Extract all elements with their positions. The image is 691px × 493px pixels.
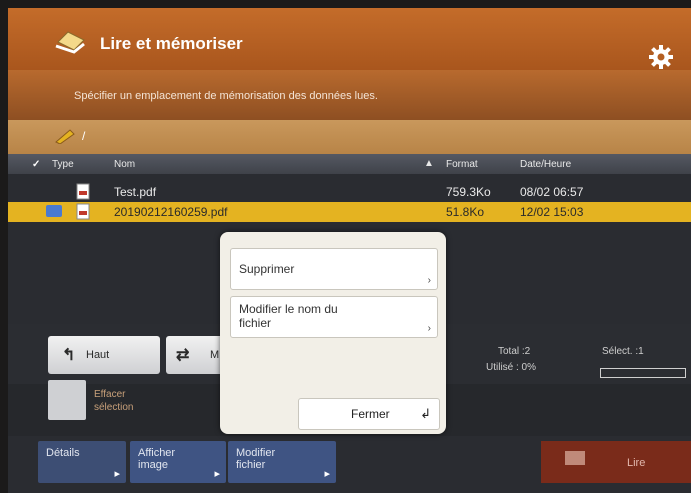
close-label: Fermer: [351, 407, 390, 421]
scanner-doc-icon: [55, 31, 85, 54]
details-button[interactable]: Détails ▸: [38, 441, 126, 483]
delete-button[interactable]: Supprimer ›: [230, 248, 438, 290]
column-format[interactable]: Format: [446, 159, 478, 170]
chevron-icon: ▸: [324, 468, 330, 480]
instruction-text: Spécifier un emplacement de mémorisation…: [74, 90, 378, 102]
usage-meter: [600, 368, 686, 378]
column-type[interactable]: Type: [52, 159, 74, 170]
gear-icon[interactable]: [648, 44, 674, 70]
sort-up-icon: ▲: [424, 158, 434, 169]
chevron-icon: ▸: [114, 468, 120, 480]
delete-label: Supprimer: [239, 262, 295, 276]
selected-marker: [46, 205, 62, 217]
move-label: M: [210, 349, 220, 361]
modify-file-button[interactable]: Modifier fichier ▸: [228, 441, 336, 483]
table-row[interactable]: Test.pdf 759.3Ko 08/02 06:57: [8, 182, 691, 202]
file-size: 51.8Ko: [446, 205, 485, 219]
chevron-right-icon: ›: [427, 275, 431, 286]
rename-button[interactable]: Modifier le nom du fichier ›: [230, 296, 438, 338]
column-header: ✓ Type Nom ▲ Format Date/Heure: [8, 154, 691, 174]
details-label: Détails: [46, 447, 80, 459]
file-action-dialog: Supprimer › Modifier le nom du fichier ›…: [220, 232, 446, 434]
read-button[interactable]: Lire: [541, 441, 691, 483]
chevron-icon: ▸: [214, 468, 220, 480]
file-size: 759.3Ko: [446, 185, 491, 199]
column-name[interactable]: Nom: [114, 159, 135, 170]
close-button[interactable]: Fermer ↲: [298, 398, 440, 430]
pencil-icon: [55, 129, 75, 144]
page-title: Lire et mémoriser: [100, 34, 243, 53]
up-label: Haut: [86, 349, 110, 361]
read-label: Lire: [627, 457, 646, 469]
up-arrow-icon: ↰: [62, 347, 76, 364]
bottom-toolbar: Détails ▸ Afficher image ▸ Modifier fich…: [8, 436, 691, 493]
move-arrows-icon: ⇄: [176, 347, 190, 364]
file-name: 20190212160259.pdf: [114, 205, 228, 219]
clear-selection-label: Effacer sélection: [94, 389, 134, 413]
clear-selection-button[interactable]: [48, 380, 86, 420]
scan-icon: [565, 451, 585, 465]
pdf-file-icon: [76, 183, 90, 200]
path-bar: /: [8, 120, 691, 154]
show-image-label: Afficher image: [138, 447, 176, 471]
path-text: /: [82, 129, 86, 143]
check-icon: ✓: [32, 159, 41, 170]
file-name: Test.pdf: [114, 185, 157, 199]
chevron-right-icon: ›: [427, 323, 431, 334]
header-bar: Lire et mémoriser: [8, 8, 691, 70]
show-image-button[interactable]: Afficher image ▸: [130, 441, 226, 483]
total-count: Total :2: [498, 346, 531, 357]
file-date: 08/02 06:57: [520, 185, 584, 199]
return-arrow-icon: ↲: [420, 406, 431, 421]
column-date[interactable]: Date/Heure: [520, 159, 571, 170]
selected-count: Sélect. :1: [602, 346, 644, 357]
up-button[interactable]: ↰ Haut: [48, 336, 160, 374]
rename-label: Modifier le nom du fichier: [239, 302, 338, 330]
table-row-selected[interactable]: 20190212160259.pdf 51.8Ko 12/02 15:03: [8, 202, 691, 222]
used-percent: Utilisé : 0%: [486, 362, 537, 373]
file-date: 12/02 15:03: [520, 205, 584, 219]
pdf-file-icon: [76, 203, 90, 220]
instruction-bar: Spécifier un emplacement de mémorisation…: [8, 70, 691, 120]
modify-file-label: Modifier fichier: [236, 447, 276, 471]
device-screen: Lire et mémoriser Spécifier un emplaceme…: [8, 8, 691, 493]
